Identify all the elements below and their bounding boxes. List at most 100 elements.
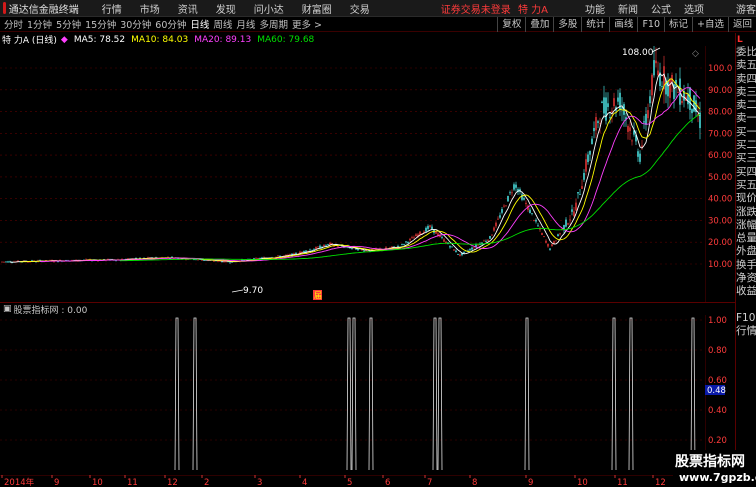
menu-ask[interactable]: 问小达 xyxy=(254,1,284,16)
panel-item[interactable]: 现价 xyxy=(736,192,756,205)
event-marker[interactable]: 届 xyxy=(313,290,322,300)
panel-item[interactable]: 净资 xyxy=(736,272,756,285)
panel-item[interactable]: 买五 xyxy=(736,179,756,192)
period-tab[interactable]: 1分钟 xyxy=(27,17,52,31)
period-tab[interactable]: 15分钟 xyxy=(85,17,116,31)
indicator-tick-label: 0.60 xyxy=(708,376,727,386)
panel-item[interactable]: 卖一 xyxy=(736,112,756,125)
candle-body xyxy=(317,246,319,248)
panel-item[interactable]: 买一 xyxy=(736,126,756,139)
menu-options[interactable]: 选项 xyxy=(684,1,704,16)
period-more[interactable]: 更多 > xyxy=(292,17,322,31)
menu-market-quotes[interactable]: 行情 xyxy=(102,1,122,16)
indicator-spike xyxy=(346,317,352,471)
login-notice[interactable]: 证券交易未登录 特 力A xyxy=(441,1,548,16)
indicator-header: ▣ 股票指标网 : 0.00 xyxy=(0,303,705,316)
panel-item[interactable]: 涨幅 xyxy=(736,219,756,232)
candle-body xyxy=(521,194,523,200)
f10-button[interactable]: F10 xyxy=(637,17,664,32)
candle-body xyxy=(313,249,315,250)
candle-body xyxy=(1,261,3,263)
candle-body xyxy=(407,241,409,244)
ma20-value: MA20: 89.13 xyxy=(194,34,252,45)
panel-item[interactable] xyxy=(736,299,756,312)
app-logo-icon xyxy=(3,2,6,14)
candle-body xyxy=(503,205,505,207)
candle-body xyxy=(609,117,611,118)
candle-body xyxy=(589,150,591,155)
panel-item[interactable]: 涨跌 xyxy=(736,206,756,219)
candle-body xyxy=(7,261,9,263)
indicator-spike xyxy=(437,317,443,471)
candle-body xyxy=(523,198,525,200)
candle-body xyxy=(653,60,655,76)
candle-body xyxy=(501,209,503,213)
panel-item[interactable]: 委比 xyxy=(736,46,756,59)
kline-chart[interactable]: 108.00 9.70 届 ◇ xyxy=(0,46,705,302)
panel-item[interactable]: 买二 xyxy=(736,139,756,152)
menu-formula[interactable]: 公式 xyxy=(651,1,671,16)
panel-item[interactable]: 卖二 xyxy=(736,99,756,112)
menu-functions[interactable]: 功能 xyxy=(585,1,605,16)
indicator-chart[interactable] xyxy=(0,315,705,475)
candle-body xyxy=(603,97,605,114)
menu-trade[interactable]: 交易 xyxy=(350,1,370,16)
add-watchlist-button[interactable]: +自选 xyxy=(692,17,728,32)
period-tab[interactable]: 60分钟 xyxy=(155,17,186,31)
draw-line-button[interactable]: 画线 xyxy=(609,17,637,32)
date-tick-label: 6 xyxy=(385,478,390,487)
diamond-icon: ◆ xyxy=(60,34,68,45)
menu-wealth[interactable]: 财富圈 xyxy=(302,1,332,16)
stats-button[interactable]: 统计 xyxy=(581,17,609,32)
candle-body xyxy=(559,233,561,235)
panel-item[interactable]: 买四 xyxy=(736,166,756,179)
candle-body xyxy=(681,101,683,103)
overlay-button[interactable]: 叠加 xyxy=(525,17,553,32)
title-bar: 通达信金融终端 行情 市场 资讯 发现 问小达 财富圈 交易 证券交易未登录 特… xyxy=(0,0,756,17)
indicator-settings-icon[interactable]: ▣ xyxy=(3,304,12,314)
price-tick-label: 60.00 xyxy=(708,151,732,161)
menu-news[interactable]: 资讯 xyxy=(178,1,198,16)
guest-user[interactable]: 游客 xyxy=(736,1,756,16)
menu-market[interactable]: 市场 xyxy=(140,1,160,16)
current-stock-name: 特 力A xyxy=(517,4,548,16)
panel-item[interactable]: 卖五 xyxy=(736,59,756,72)
candle-body xyxy=(667,80,669,97)
price-axis: 100.0 90.00 80.00 70.00 60.00 50.00 40.00 30.00… xyxy=(705,46,732,302)
panel-item[interactable]: 卖四 xyxy=(736,73,756,86)
adjust-button[interactable]: 复权 xyxy=(497,17,525,32)
candle-body xyxy=(495,222,497,227)
candle-body xyxy=(489,236,491,239)
period-tab[interactable]: 月线 xyxy=(236,17,255,31)
chart-corner-icon[interactable]: ◇ xyxy=(692,49,699,59)
candle-body xyxy=(483,240,485,242)
back-button[interactable]: 返回 xyxy=(727,17,756,32)
candle-body xyxy=(617,97,619,102)
period-tab[interactable]: 5分钟 xyxy=(56,17,81,31)
date-axis: 2014年 9 10 11 12 2 3 4 5 6 7 8 9 10 11 12 xyxy=(0,475,705,487)
panel-item[interactable]: 收益 xyxy=(736,285,756,298)
panel-item[interactable]: 行情 xyxy=(736,325,756,338)
period-toolbar: 分时 1分钟 5分钟 15分钟 30分钟 60分钟 日线 周线 月线 多周期 更… xyxy=(0,17,756,32)
candle-body xyxy=(337,246,339,248)
period-tab[interactable]: 周线 xyxy=(213,17,232,31)
app-title: 通达信金融终端 xyxy=(8,4,79,16)
candle-body xyxy=(443,239,445,242)
period-tab[interactable]: 分时 xyxy=(4,17,23,31)
menu-discover[interactable]: 发现 xyxy=(216,1,236,16)
panel-item[interactable]: 换手 xyxy=(736,259,756,272)
menu-news-right[interactable]: 新闻 xyxy=(618,1,638,16)
panel-item[interactable]: 买三 xyxy=(736,152,756,165)
panel-item[interactable]: 外盘 xyxy=(736,245,756,258)
candle-body xyxy=(511,192,513,194)
period-tab[interactable]: 多周期 xyxy=(259,17,288,31)
mark-button[interactable]: 标记 xyxy=(664,17,692,32)
panel-item[interactable]: 卖三 xyxy=(736,86,756,99)
period-tab[interactable]: 30分钟 xyxy=(120,17,151,31)
panel-item[interactable]: 总量 xyxy=(736,232,756,245)
ma60-value: MA60: 79.68 xyxy=(257,34,315,45)
candle-body xyxy=(221,261,223,263)
panel-item[interactable]: F10 xyxy=(736,312,756,325)
multi-stock-button[interactable]: 多股 xyxy=(553,17,581,32)
period-tab-daily[interactable]: 日线 xyxy=(190,17,209,31)
